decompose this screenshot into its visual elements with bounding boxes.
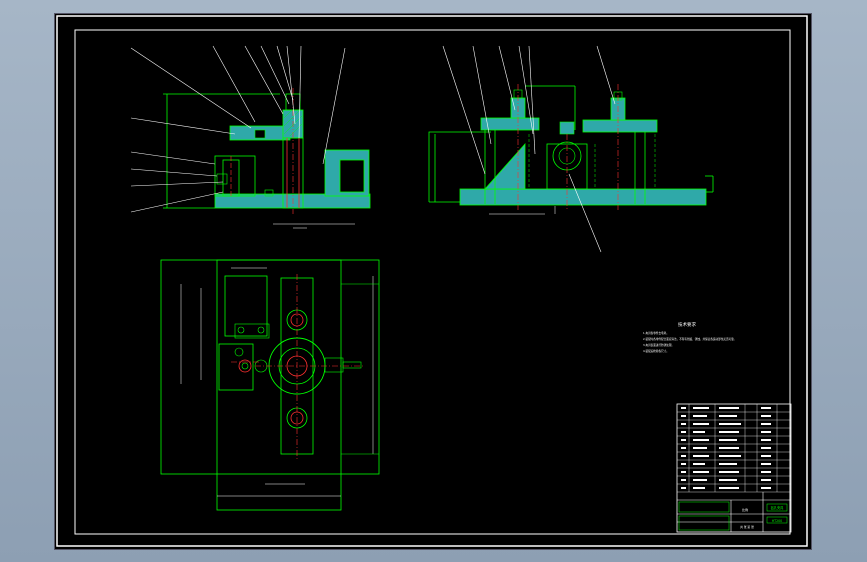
note-line: 4.装配后检验各尺寸。 [643, 349, 669, 353]
note-line: 2.装配时各零件配合面应清洁，不得有划痕、锈蚀，并保证各运动部位灵活可靠。 [643, 337, 736, 341]
outer-frame [56, 15, 808, 547]
note-line: 3.夹具表面进行防锈处理。 [643, 343, 674, 347]
front-view [130, 45, 371, 229]
inner-frame [74, 29, 791, 535]
note-line: 1.夹具各零件去毛刺。 [643, 331, 669, 335]
title-material: HT200 [772, 519, 782, 523]
cad-drawing: 技术要求 1.夹具各零件去毛刺。 2.装配时各零件配合面应清洁，不得有划痕、锈蚀… [56, 15, 808, 547]
title-scale-label: 比例 [742, 507, 748, 512]
technical-notes: 技术要求 1.夹具各零件去毛刺。 2.装配时各零件配合面应清洁，不得有划痕、锈蚀… [643, 321, 736, 353]
top-view [160, 259, 380, 511]
title-drawing-name: 钻孔夹具 [771, 505, 785, 510]
notes-title: 技术要求 [678, 321, 696, 328]
title-sheet-label: 共 张 第 张 [740, 525, 754, 529]
title-block: 钻孔夹具 HT200 比例 共 张 第 张 [676, 403, 792, 533]
side-view [428, 45, 714, 253]
cad-viewport[interactable]: 技术要求 1.夹具各零件去毛刺。 2.装配时各零件配合面应清洁，不得有划痕、锈蚀… [55, 14, 811, 549]
